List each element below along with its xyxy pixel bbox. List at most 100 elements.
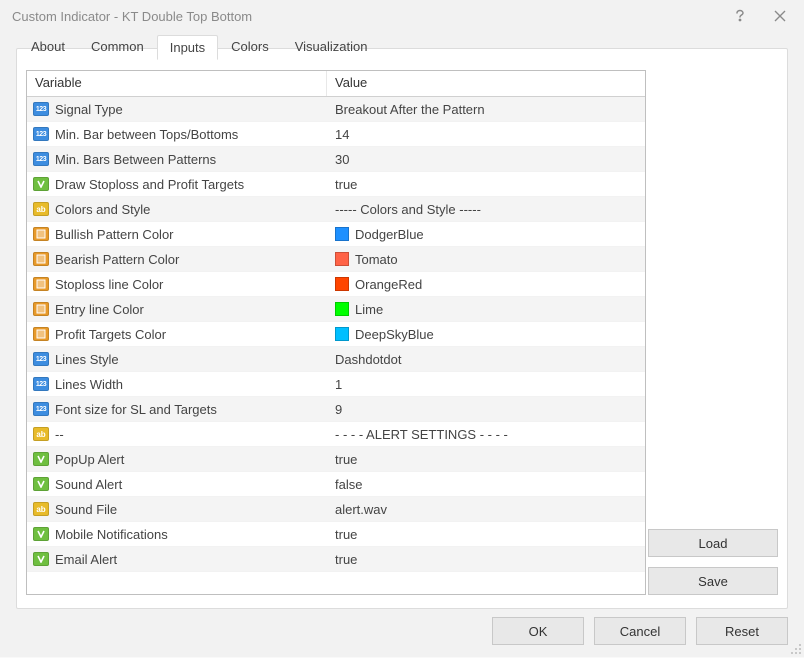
variable-name: Lines Style	[55, 352, 119, 367]
close-button[interactable]	[760, 0, 800, 32]
resize-grip-icon[interactable]	[790, 643, 802, 655]
table-row[interactable]: Min. Bar between Tops/Bottoms 14	[27, 122, 645, 147]
variable-value: false	[335, 477, 362, 492]
num-type-icon	[33, 152, 49, 166]
tab-about[interactable]: About	[18, 34, 78, 59]
tabs: AboutCommonInputsColorsVisualization	[18, 34, 381, 59]
str-type-icon	[33, 427, 49, 441]
variable-name: --	[55, 427, 64, 442]
table-row[interactable]: Bullish Pattern Color DodgerBlue	[27, 222, 645, 247]
color-type-icon	[33, 277, 49, 291]
variable-name: Colors and Style	[55, 202, 150, 217]
variable-name: Min. Bars Between Patterns	[55, 152, 216, 167]
tab-visualization[interactable]: Visualization	[282, 34, 381, 59]
color-type-icon	[33, 302, 49, 316]
table-row[interactable]: Colors and Style----- Colors and Style -…	[27, 197, 645, 222]
num-type-icon	[33, 352, 49, 366]
str-type-icon	[33, 502, 49, 516]
num-type-icon	[33, 127, 49, 141]
variable-name: Entry line Color	[55, 302, 144, 317]
cancel-button[interactable]: Cancel	[594, 617, 686, 645]
tab-common[interactable]: Common	[78, 34, 157, 59]
variable-value: DodgerBlue	[355, 227, 424, 242]
variable-value: true	[335, 452, 357, 467]
color-swatch	[335, 252, 349, 266]
table-row[interactable]: Sound File alert.wav	[27, 497, 645, 522]
table-row[interactable]: PopUp Alert true	[27, 447, 645, 472]
table-row[interactable]: Profit Targets Color DeepSkyBlue	[27, 322, 645, 347]
variable-name: Lines Width	[55, 377, 123, 392]
variable-value: Lime	[355, 302, 383, 317]
window-title: Custom Indicator - KT Double Top Bottom	[12, 9, 720, 24]
bool-type-icon	[33, 177, 49, 191]
variable-value: 1	[335, 377, 342, 392]
table-row[interactable]: Lines Style Dashdotdot	[27, 347, 645, 372]
variable-name: Bearish Pattern Color	[55, 252, 179, 267]
table-row[interactable]: Font size for SL and Targets 9	[27, 397, 645, 422]
color-type-icon	[33, 327, 49, 341]
num-type-icon	[33, 377, 49, 391]
variable-value: DeepSkyBlue	[355, 327, 434, 342]
inputs-table: Variable Value Signal Type Breakout After…	[26, 70, 646, 595]
variable-value: Dashdotdot	[335, 352, 402, 367]
variable-name: Email Alert	[55, 552, 117, 567]
bottom-buttons: OK Cancel Reset	[492, 617, 788, 645]
variable-name: Mobile Notifications	[55, 527, 168, 542]
variable-value: 30	[335, 152, 349, 167]
bool-type-icon	[33, 527, 49, 541]
table-row[interactable]: Email Alerttrue	[27, 547, 645, 572]
color-swatch	[335, 227, 349, 241]
variable-value: true	[335, 177, 357, 192]
dialog-window: Custom Indicator - KT Double Top Bottom …	[0, 0, 804, 657]
header-value: Value	[327, 71, 645, 96]
variable-value: true	[335, 527, 357, 542]
tab-colors[interactable]: Colors	[218, 34, 282, 59]
variable-value: - - - - ALERT SETTINGS - - - -	[335, 427, 508, 442]
variable-name: Bullish Pattern Color	[55, 227, 174, 242]
table-row[interactable]: Mobile Notifications true	[27, 522, 645, 547]
side-buttons: Load Save	[648, 529, 778, 595]
bool-type-icon	[33, 477, 49, 491]
table-body: Signal Type Breakout After the Pattern Min…	[27, 97, 645, 572]
str-type-icon	[33, 202, 49, 216]
bool-type-icon	[33, 552, 49, 566]
variable-name: Profit Targets Color	[55, 327, 166, 342]
table-row[interactable]: Lines Width 1	[27, 372, 645, 397]
color-swatch	[335, 277, 349, 291]
color-type-icon	[33, 252, 49, 266]
color-type-icon	[33, 227, 49, 241]
variable-value: Tomato	[355, 252, 398, 267]
variable-name: Font size for SL and Targets	[55, 402, 217, 417]
ok-button[interactable]: OK	[492, 617, 584, 645]
table-row[interactable]: Min. Bars Between Patterns 30	[27, 147, 645, 172]
variable-value: OrangeRed	[355, 277, 422, 292]
help-button[interactable]	[720, 0, 760, 32]
header-variable: Variable	[27, 71, 327, 96]
table-row[interactable]: Sound Alert false	[27, 472, 645, 497]
variable-name: Stoploss line Color	[55, 277, 163, 292]
variable-name: PopUp Alert	[55, 452, 124, 467]
table-row[interactable]: -- - - - - ALERT SETTINGS - - - -	[27, 422, 645, 447]
save-button[interactable]: Save	[648, 567, 778, 595]
variable-value: 9	[335, 402, 342, 417]
table-row[interactable]: Signal Type Breakout After the Pattern	[27, 97, 645, 122]
color-swatch	[335, 302, 349, 316]
variable-name: Signal Type	[55, 102, 123, 117]
load-button[interactable]: Load	[648, 529, 778, 557]
variable-name: Sound File	[55, 502, 117, 517]
num-type-icon	[33, 402, 49, 416]
variable-name: Sound Alert	[55, 477, 122, 492]
table-row[interactable]: Stoploss line Color OrangeRed	[27, 272, 645, 297]
table-row[interactable]: Entry line Color Lime	[27, 297, 645, 322]
variable-value: 14	[335, 127, 349, 142]
bool-type-icon	[33, 452, 49, 466]
table-row[interactable]: Draw Stoploss and Profit Targetstrue	[27, 172, 645, 197]
reset-button[interactable]: Reset	[696, 617, 788, 645]
variable-value: alert.wav	[335, 502, 387, 517]
color-swatch	[335, 327, 349, 341]
tab-inputs[interactable]: Inputs	[157, 35, 218, 60]
table-row[interactable]: Bearish Pattern Color Tomato	[27, 247, 645, 272]
variable-value: Breakout After the Pattern	[335, 102, 485, 117]
variable-name: Min. Bar between Tops/Bottoms	[55, 127, 238, 142]
title-bar: Custom Indicator - KT Double Top Bottom	[0, 0, 804, 32]
